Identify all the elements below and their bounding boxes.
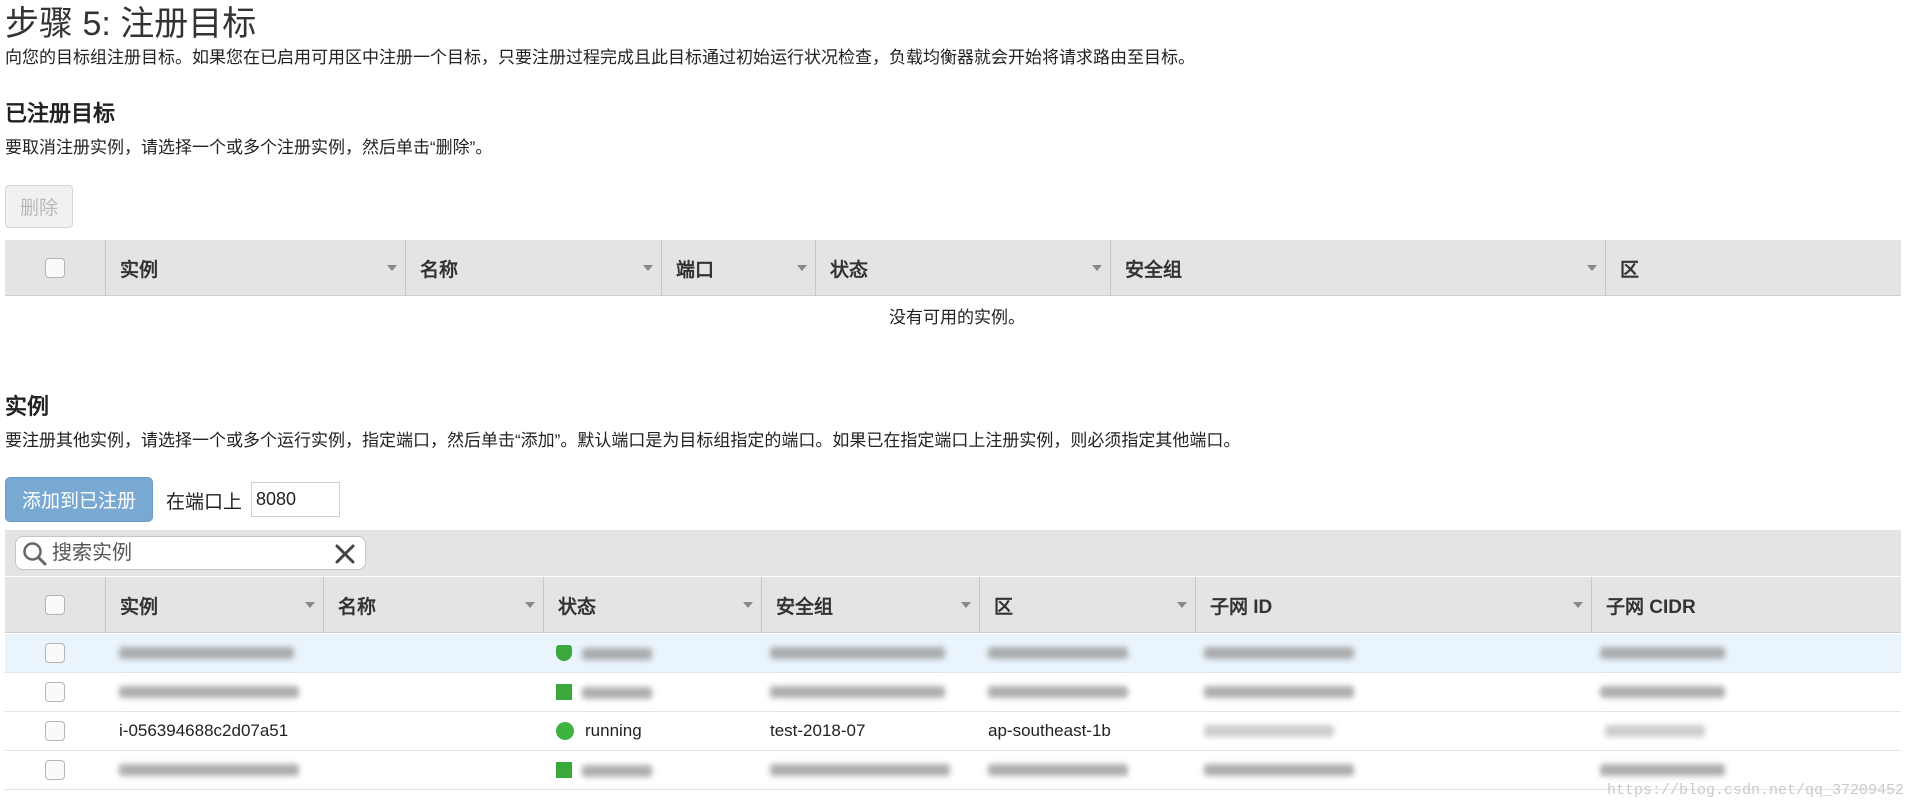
col-port[interactable]: 端口 xyxy=(661,240,815,296)
col-security-group[interactable]: 安全组 xyxy=(761,577,979,633)
search-icon xyxy=(23,542,47,566)
table-row[interactable] xyxy=(5,673,1901,712)
remove-button[interactable]: 删除 xyxy=(5,185,73,228)
col-security-group[interactable]: 安全组 xyxy=(1110,240,1605,296)
availability-zone: ap-southeast-1b xyxy=(988,721,1111,740)
sort-caret-icon xyxy=(305,602,315,608)
subnet-id-redacted xyxy=(1204,764,1354,776)
instance-id: i-056394688c2d07a51 xyxy=(119,721,289,740)
status-running-icon xyxy=(556,762,572,778)
sort-caret-icon xyxy=(525,602,535,608)
subnet-cidr-redacted xyxy=(1600,686,1725,698)
security-group-redacted xyxy=(770,647,945,659)
instance-id-redacted xyxy=(119,647,294,659)
sort-caret-icon xyxy=(1177,602,1187,608)
registered-table-header: 实例 名称 端口 状态 安全组 区 xyxy=(5,240,1901,296)
security-group-redacted xyxy=(770,686,945,698)
col-name[interactable]: 名称 xyxy=(323,577,543,633)
instance-id-redacted xyxy=(119,764,299,776)
status-running-icon xyxy=(556,645,572,661)
col-subnet-cidr[interactable]: 子网 CIDR xyxy=(1591,577,1901,633)
sort-caret-icon xyxy=(643,265,653,271)
sort-caret-icon xyxy=(797,265,807,271)
col-zone[interactable]: 区 xyxy=(979,577,1195,633)
sort-caret-icon xyxy=(961,602,971,608)
zone-redacted xyxy=(988,686,1128,698)
col-zone[interactable]: 区 xyxy=(1605,240,1901,296)
state-redacted xyxy=(582,648,652,660)
select-all-checkbox[interactable] xyxy=(45,595,65,615)
col-subnet-id[interactable]: 子网 ID xyxy=(1195,577,1591,633)
instance-id-redacted xyxy=(119,686,299,698)
clear-search-icon[interactable] xyxy=(334,543,356,565)
add-to-registered-button[interactable]: 添加到已注册 xyxy=(5,477,153,522)
select-all-instances[interactable] xyxy=(5,577,105,633)
zone-redacted xyxy=(988,647,1128,659)
sort-caret-icon xyxy=(387,265,397,271)
sort-caret-icon xyxy=(1573,602,1583,608)
registered-description: 要取消注册实例，请选择一个或多个注册实例，然后单击“删除”。 xyxy=(5,138,493,157)
col-state[interactable]: 状态 xyxy=(815,240,1110,296)
instances-table-header: 实例 名称 状态 安全组 区 子网 ID 子网 CIDR xyxy=(5,577,1901,633)
zone-redacted xyxy=(988,764,1128,776)
col-name[interactable]: 名称 xyxy=(405,240,661,296)
security-group-redacted xyxy=(770,764,950,776)
status-running-icon xyxy=(556,684,572,700)
row-checkbox[interactable] xyxy=(45,682,65,702)
sort-caret-icon xyxy=(1587,265,1597,271)
sort-caret-icon xyxy=(1092,265,1102,271)
col-state[interactable]: 状态 xyxy=(543,577,761,633)
instances-description: 要注册其他实例，请选择一个或多个运行实例，指定端口，然后单击“添加”。默认端口是… xyxy=(5,431,1241,450)
row-checkbox[interactable] xyxy=(45,643,65,663)
subnet-cidr-redacted xyxy=(1600,764,1725,776)
instance-state: running xyxy=(585,721,642,740)
col-instance[interactable]: 实例 xyxy=(105,240,405,296)
subnet-id-redacted xyxy=(1204,647,1354,659)
page-title: 步骤 5: 注册目标 xyxy=(5,5,257,43)
page-description: 向您的目标组注册目标。如果您在已启用可用区中注册一个目标，只要注册过程完成且此目… xyxy=(5,48,1195,67)
search-placeholder: 搜索实例 xyxy=(52,542,132,564)
state-redacted xyxy=(582,765,652,777)
row-checkbox[interactable] xyxy=(45,760,65,780)
security-group: test-2018-07 xyxy=(770,721,866,740)
empty-message: 没有可用的实例。 xyxy=(889,308,1025,327)
status-running-icon xyxy=(556,722,574,740)
port-label: 在端口上 xyxy=(166,492,243,513)
table-row[interactable] xyxy=(5,634,1901,673)
select-all-checkbox[interactable] xyxy=(45,258,65,278)
port-input[interactable]: 8080 xyxy=(251,482,340,517)
select-all-registered[interactable] xyxy=(5,240,105,296)
sort-caret-icon xyxy=(743,602,753,608)
state-redacted xyxy=(582,687,652,699)
instances-heading: 实例 xyxy=(5,394,50,419)
registered-heading: 已注册目标 xyxy=(5,101,116,126)
subnet-id-redacted xyxy=(1204,725,1334,737)
table-row[interactable]: i-056394688c2d07a51 running test-2018-07… xyxy=(5,712,1901,751)
subnet-cidr-redacted xyxy=(1600,647,1725,659)
subnet-id-redacted xyxy=(1204,686,1354,698)
row-checbox[interactable] xyxy=(45,721,65,741)
col-instance[interactable]: 实例 xyxy=(105,577,323,633)
subnet-cidr-redacted xyxy=(1605,725,1705,737)
watermark: https://blog.csdn.net/qq_37209452 xyxy=(1606,782,1904,799)
